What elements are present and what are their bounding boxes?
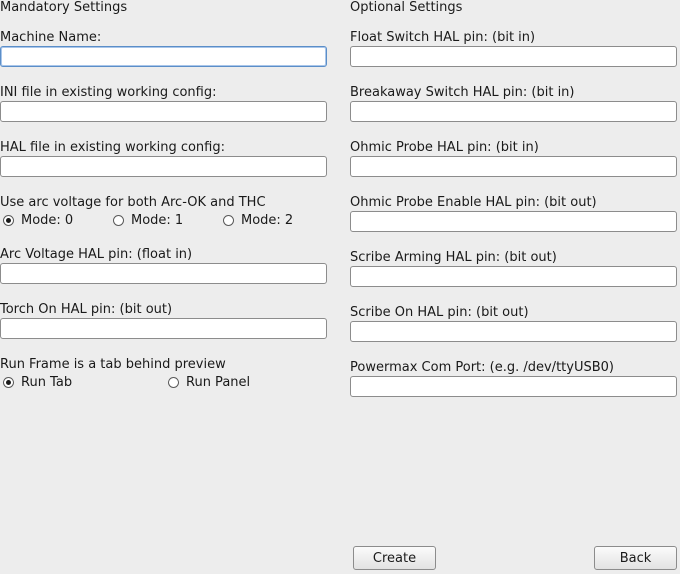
arc-mode-2-radio[interactable]: Mode: 2 — [223, 213, 293, 228]
arc-mode-1-radio[interactable]: Mode: 1 — [113, 213, 183, 228]
breakaway-switch-pin-label: Breakaway Switch HAL pin: (bit in) — [350, 85, 575, 100]
scribe-arming-pin-input[interactable] — [350, 266, 677, 287]
run-panel-radio[interactable]: Run Panel — [168, 375, 250, 390]
radio-unchecked-icon — [223, 215, 234, 226]
optional-settings-title: Optional Settings — [350, 0, 463, 15]
hal-file-label: HAL file in existing working config: — [0, 140, 225, 155]
arc-mode-1-label: Mode: 1 — [131, 213, 184, 228]
arc-voltage-pin-label: Arc Voltage HAL pin: (float in) — [0, 247, 193, 262]
float-switch-pin-input[interactable] — [350, 46, 677, 67]
torch-on-pin-label: Torch On HAL pin: (bit out) — [0, 302, 173, 317]
arc-mode-label: Use arc voltage for both Arc-OK and THC — [0, 195, 266, 210]
back-button[interactable]: Back — [594, 546, 677, 570]
arc-mode-0-radio[interactable]: Mode: 0 — [3, 213, 73, 228]
ohmic-probe-enable-pin-input[interactable] — [350, 211, 677, 232]
scribe-on-pin-input[interactable] — [350, 321, 677, 342]
create-button[interactable]: Create — [353, 546, 436, 570]
run-panel-label: Run Panel — [186, 375, 251, 390]
float-switch-pin-label: Float Switch HAL pin: (bit in) — [350, 30, 536, 45]
powermax-port-input[interactable] — [350, 376, 677, 397]
ohmic-probe-pin-input[interactable] — [350, 156, 677, 177]
radio-checked-icon — [3, 377, 14, 388]
radio-unchecked-icon — [113, 215, 124, 226]
run-frame-label: Run Frame is a tab behind preview — [0, 357, 226, 372]
arc-mode-2-label: Mode: 2 — [241, 213, 294, 228]
powermax-port-label: Powermax Com Port: (e.g. /dev/ttyUSB0) — [350, 360, 614, 375]
arc-voltage-pin-input[interactable] — [0, 263, 327, 284]
radio-checked-icon — [3, 215, 14, 226]
machine-name-input[interactable] — [0, 46, 327, 67]
ohmic-probe-pin-label: Ohmic Probe HAL pin: (bit in) — [350, 140, 539, 155]
mandatory-settings-title: Mandatory Settings — [0, 0, 128, 15]
scribe-on-pin-label: Scribe On HAL pin: (bit out) — [350, 305, 529, 320]
ini-file-input[interactable] — [0, 101, 327, 122]
ini-file-label: INI file in existing working config: — [0, 85, 217, 100]
machine-name-label: Machine Name: — [0, 30, 102, 45]
ohmic-probe-enable-pin-label: Ohmic Probe Enable HAL pin: (bit out) — [350, 195, 597, 210]
scribe-arming-pin-label: Scribe Arming HAL pin: (bit out) — [350, 250, 557, 265]
hal-file-input[interactable] — [0, 156, 327, 177]
run-tab-label: Run Tab — [21, 375, 73, 390]
run-tab-radio[interactable]: Run Tab — [3, 375, 72, 390]
arc-mode-0-label: Mode: 0 — [21, 213, 74, 228]
radio-unchecked-icon — [168, 377, 179, 388]
breakaway-switch-pin-input[interactable] — [350, 101, 677, 122]
torch-on-pin-input[interactable] — [0, 318, 327, 339]
